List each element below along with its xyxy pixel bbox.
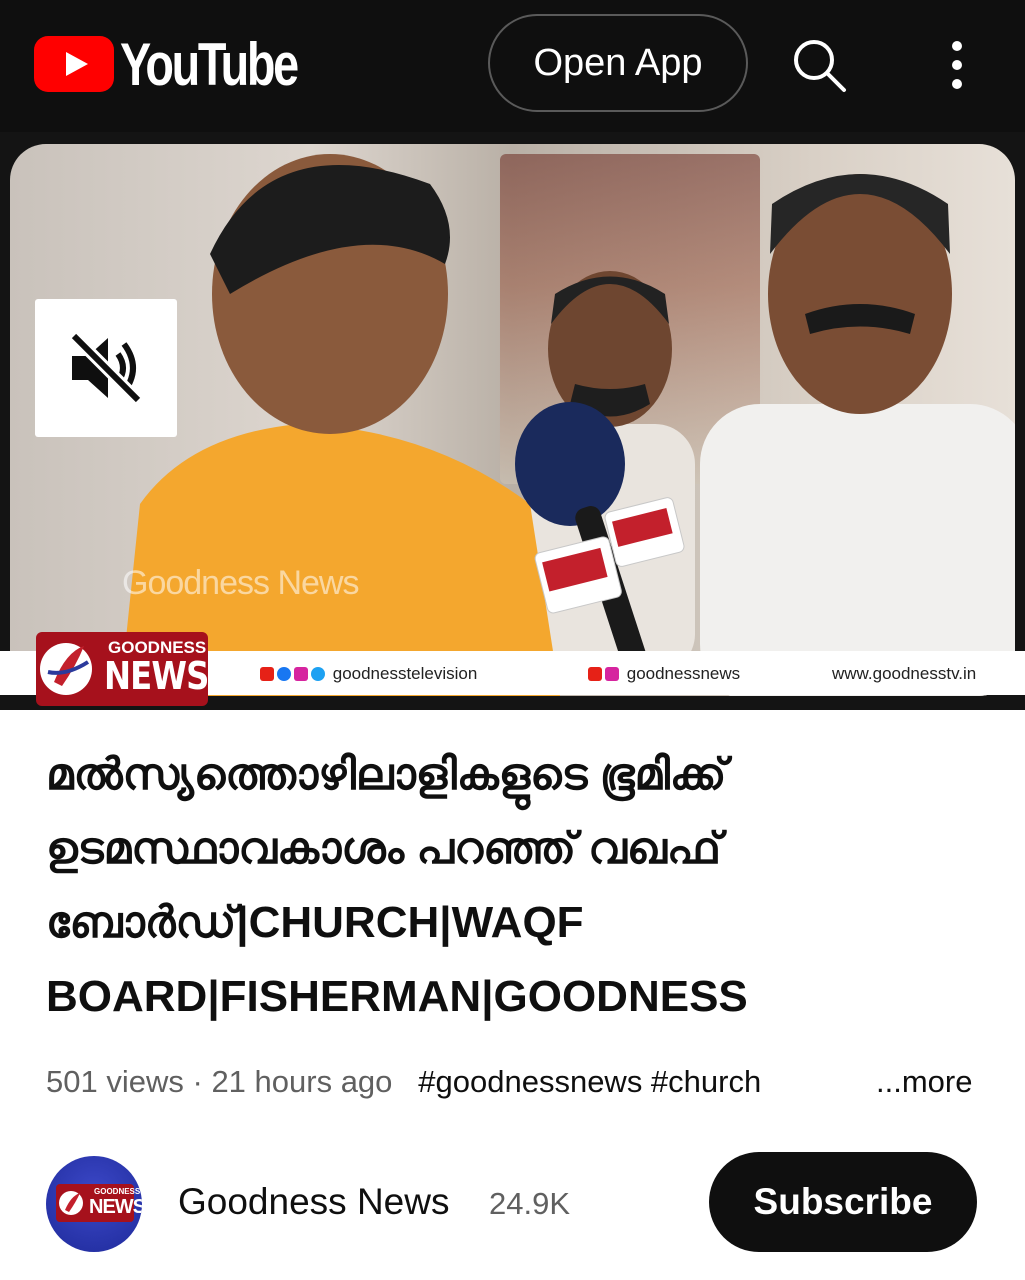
more-button[interactable]: ...more — [876, 1062, 973, 1102]
youtube-icon — [588, 667, 602, 681]
facebook-icon — [277, 667, 291, 681]
social-handle-2: goodnessnews — [588, 664, 740, 684]
twitter-icon — [311, 667, 325, 681]
youtube-icon — [260, 667, 274, 681]
channel-watermark: Goodness News — [122, 564, 359, 602]
avatar-badge: GOODNESS NEWS — [56, 1184, 142, 1222]
channel-name[interactable]: Goodness News — [178, 1180, 449, 1224]
search-icon[interactable] — [790, 36, 848, 94]
video-title[interactable]: മൽസ്യത്തൊഴിലാളികളുടെ ഭൂമിക്ക് ഉടമസ്ഥാവകാ… — [46, 738, 986, 1034]
subscriber-count: 24.9K — [489, 1186, 571, 1221]
avatar-emblem-icon — [59, 1191, 83, 1215]
video-meta[interactable]: 501 views · 21 hours ago #goodnessnews #… — [46, 1062, 981, 1106]
social-handle-2-text: goodnessnews — [626, 664, 741, 683]
meta-separator: · — [192, 1064, 203, 1099]
channel-avatar[interactable]: GOODNESS NEWS — [46, 1156, 142, 1252]
video-player[interactable]: Goodness News GOODNESS NEWS goodnesstele… — [0, 132, 1025, 710]
brand-emblem-icon — [40, 643, 92, 695]
upload-age: 21 hours ago — [211, 1064, 393, 1099]
hashtags[interactable]: #goodnessnews #church — [418, 1064, 761, 1099]
person-right — [700, 174, 1015, 696]
microphone — [515, 402, 685, 681]
brand-bottom-text: NEWS — [104, 654, 208, 698]
avatar-brand-top: GOODNESS — [94, 1187, 141, 1196]
unmute-button[interactable] — [35, 299, 177, 437]
avatar-brand-bottom: NEWS — [89, 1196, 142, 1218]
social-handle-1: goodnesstelevision — [260, 664, 477, 684]
youtube-wordmark[interactable]: YouTube — [120, 30, 299, 100]
muted-speaker-icon — [69, 331, 143, 405]
website-text: www.goodnesstv.in — [832, 664, 977, 683]
view-count: 501 views — [46, 1064, 184, 1099]
open-app-button[interactable]: Open App — [488, 14, 748, 112]
subscribe-button[interactable]: Subscribe — [709, 1152, 977, 1252]
social-handle-1-text: goodnesstelevision — [332, 664, 478, 683]
youtube-logo-icon[interactable] — [34, 36, 114, 92]
goodness-news-logo: GOODNESS NEWS — [36, 632, 208, 706]
top-app-bar: YouTube Open App — [0, 0, 1025, 132]
instagram-icon — [605, 667, 619, 681]
instagram-icon — [294, 667, 308, 681]
more-options-icon[interactable] — [940, 38, 974, 92]
